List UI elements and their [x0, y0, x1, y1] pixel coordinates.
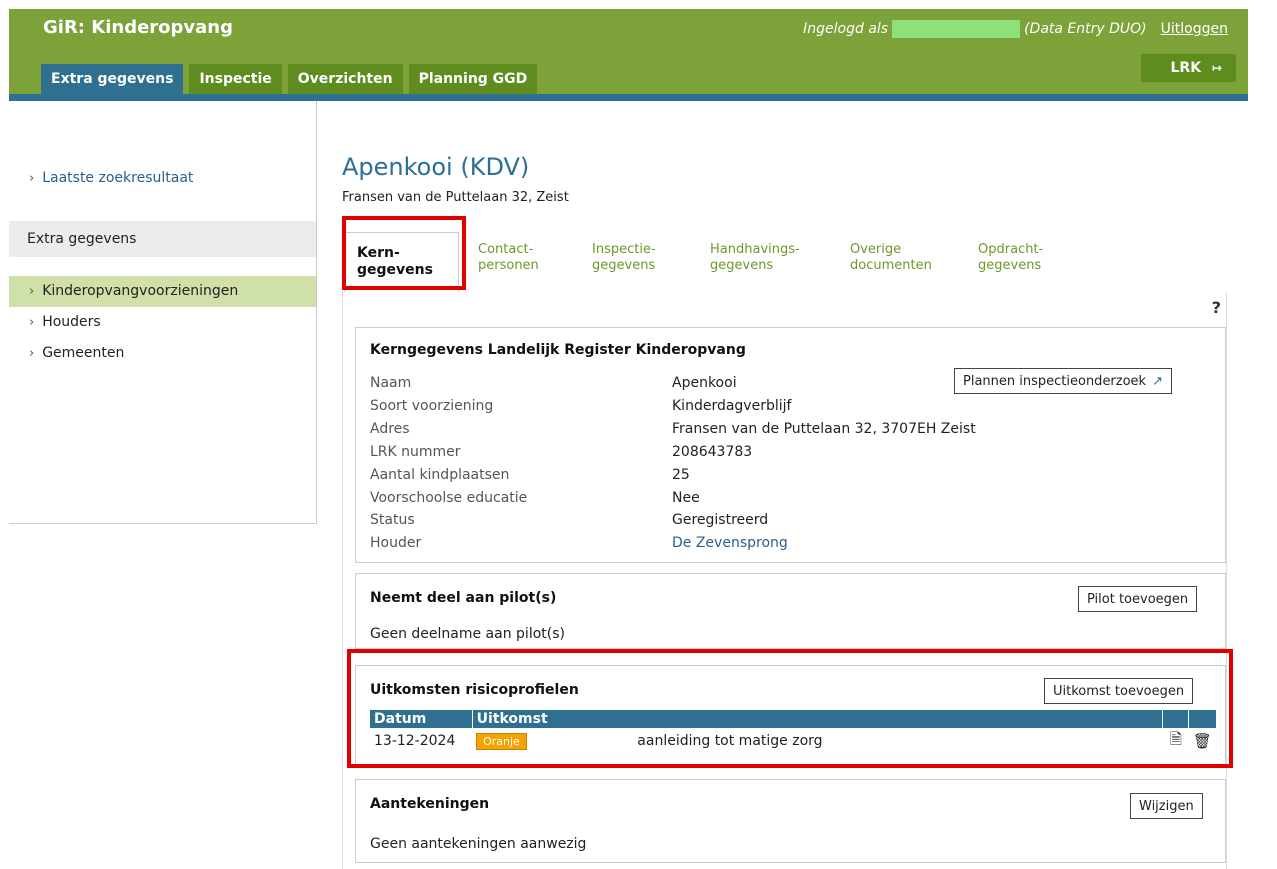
- top-bar: GiR: Kinderopvang Ingelogd als (Data Ent…: [9, 9, 1248, 94]
- logged-in-label: Ingelogd als: [803, 21, 889, 37]
- field-values: Apenkooi Kinderdagverblijf Fransen van d…: [672, 372, 976, 555]
- sidebar: › Laatste zoekresultaat Extra gegevens › K…: [9, 101, 317, 524]
- field-label-adres: Adres: [370, 420, 410, 437]
- lrk-label: LRK: [1170, 60, 1202, 76]
- tab-handhavingsgegevens[interactable]: Handhavings- gegevens: [710, 242, 800, 274]
- edit-notes-button[interactable]: Wijzigen: [1130, 793, 1203, 819]
- sidebar-item-label: Houders: [42, 314, 101, 330]
- redacted-username: [892, 20, 1021, 38]
- field-value-voorschoolse: Nee: [672, 489, 700, 506]
- tab-extra-gegevens[interactable]: Extra gegevens: [41, 64, 184, 94]
- tab-label-line1: Overige: [850, 242, 902, 257]
- tab-opdrachtgegevens[interactable]: Opdracht- gegevens: [978, 242, 1043, 274]
- pilots-box: Neemt deel aan pilot(s) Pilot toevoegen …: [355, 573, 1226, 649]
- last-search-link[interactable]: › Laatste zoekresultaat: [29, 170, 193, 186]
- tab-label-line1: Contact-: [478, 242, 534, 257]
- aantekeningen-empty-text: Geen aantekeningen aanwezig: [370, 836, 587, 852]
- sidebar-item-label: Gemeenten: [42, 345, 125, 361]
- field-label-houder: Houder: [370, 535, 422, 552]
- page-subtitle: Fransen van de Puttelaan 32, Zeist: [342, 190, 569, 205]
- plan-inspection-label: Plannen inspectieonderzoek: [963, 373, 1147, 389]
- chevron-right-icon: ›: [29, 284, 35, 299]
- kerngegevens-heading: Kerngegevens Landelijk Register Kinderop…: [370, 342, 746, 358]
- field-label-kindplaatsen: Aantal kindplaatsen: [370, 466, 510, 483]
- user-role: (Data Entry DUO): [1024, 21, 1147, 37]
- tab-label-line1: Inspectie-: [592, 242, 656, 257]
- houder-link[interactable]: De Zevensprong: [672, 532, 976, 555]
- field-label-soort: Soort voorziening: [370, 397, 494, 414]
- last-search-label: Laatste zoekresultaat: [42, 170, 194, 186]
- field-label-voorschoolse: Voorschoolse educatie: [370, 489, 528, 506]
- pilots-empty-text: Geen deelname aan pilot(s): [370, 626, 565, 642]
- help-icon[interactable]: ?: [1212, 298, 1221, 317]
- tab-inspectie[interactable]: Inspectie: [189, 64, 282, 94]
- add-pilot-button[interactable]: Pilot toevoegen: [1078, 586, 1198, 612]
- highlight-box-risicoprofielen: [347, 649, 1233, 768]
- tab-label-line1: Handhavings-: [710, 242, 800, 257]
- main-nav-tabs: Extra gegevens Inspectie Overzichten Pla…: [41, 64, 538, 94]
- field-value-lrk: 208643783: [672, 443, 753, 460]
- field-value-soort: Kinderdagverblijf: [672, 397, 792, 414]
- aantekeningen-heading: Aantekeningen: [370, 796, 490, 812]
- tab-label-line1: Opdracht-: [978, 242, 1044, 257]
- tab-label-line2: gegevens: [592, 258, 656, 273]
- aantekeningen-box: Aantekeningen Wijzigen Geen aantekeninge…: [355, 779, 1226, 863]
- plan-inspection-button[interactable]: Plannen inspectieonderzoek ↗: [954, 368, 1172, 394]
- external-link-icon: ↗: [1152, 373, 1163, 389]
- field-label-lrk: LRK nummer: [370, 443, 461, 460]
- exit-icon: ↦: [1211, 61, 1222, 75]
- field-value-naam: Apenkooi: [672, 375, 737, 391]
- tab-label-line2: personen: [478, 258, 539, 273]
- tab-label-line2: documenten: [850, 258, 932, 273]
- sidebar-item-gemeenten[interactable]: › Gemeenten: [9, 338, 316, 369]
- content-tabs: Kern- gegevens Contact- personen Inspect…: [342, 232, 1242, 292]
- sidebar-item-houders[interactable]: › Houders: [9, 307, 316, 338]
- field-label-status: Status: [370, 512, 415, 529]
- app-title: GiR: Kinderopvang: [43, 17, 234, 38]
- tab-panel: ? Kerngegevens Landelijk Register Kinder…: [342, 292, 1227, 869]
- sidebar-section-title: Extra gegevens: [9, 221, 316, 257]
- chevron-right-icon: ›: [29, 315, 35, 330]
- tab-overige-documenten[interactable]: Overige documenten: [850, 242, 932, 274]
- kerngegevens-box: Kerngegevens Landelijk Register Kinderop…: [355, 327, 1226, 563]
- sidebar-item-kinderopvangvoorzieningen[interactable]: › Kinderopvangvoorzieningen: [9, 276, 316, 307]
- tab-planning-ggd[interactable]: Planning GGD: [408, 64, 538, 94]
- sidebar-item-label: Kinderopvangvoorzieningen: [42, 283, 239, 299]
- tab-label-line2: gegevens: [710, 258, 774, 273]
- tab-label-line2: gegevens: [978, 258, 1042, 273]
- nav-underline: [9, 94, 1248, 101]
- tab-inspectiegegevens[interactable]: Inspectie- gegevens: [592, 242, 656, 274]
- tab-contactpersonen[interactable]: Contact- personen: [478, 242, 539, 274]
- tab-overzichten[interactable]: Overzichten: [287, 64, 403, 94]
- pilots-heading: Neemt deel aan pilot(s): [370, 590, 557, 606]
- highlight-box-tab: [342, 216, 466, 290]
- sidebar-items: › Kinderopvangvoorzieningen › Houders › Gem…: [9, 276, 316, 369]
- logout-link[interactable]: Uitloggen: [1161, 21, 1228, 37]
- page-title: Apenkooi (KDV): [342, 153, 530, 181]
- chevron-right-icon: ›: [29, 346, 35, 361]
- chevron-right-icon: ›: [29, 171, 35, 186]
- field-value-adres: Fransen van de Puttelaan 32, 3707EH Zeis…: [672, 420, 976, 437]
- field-label-naam: Naam: [370, 375, 412, 391]
- lrk-button[interactable]: LRK ↦: [1141, 54, 1236, 82]
- field-labels: Naam Soort voorziening Adres LRK nummer …: [370, 372, 527, 555]
- login-info: Ingelogd als (Data Entry DUO) Uitloggen: [803, 20, 1228, 38]
- field-value-status: Geregistreerd: [672, 512, 769, 529]
- field-value-kindplaatsen: 25: [672, 466, 690, 483]
